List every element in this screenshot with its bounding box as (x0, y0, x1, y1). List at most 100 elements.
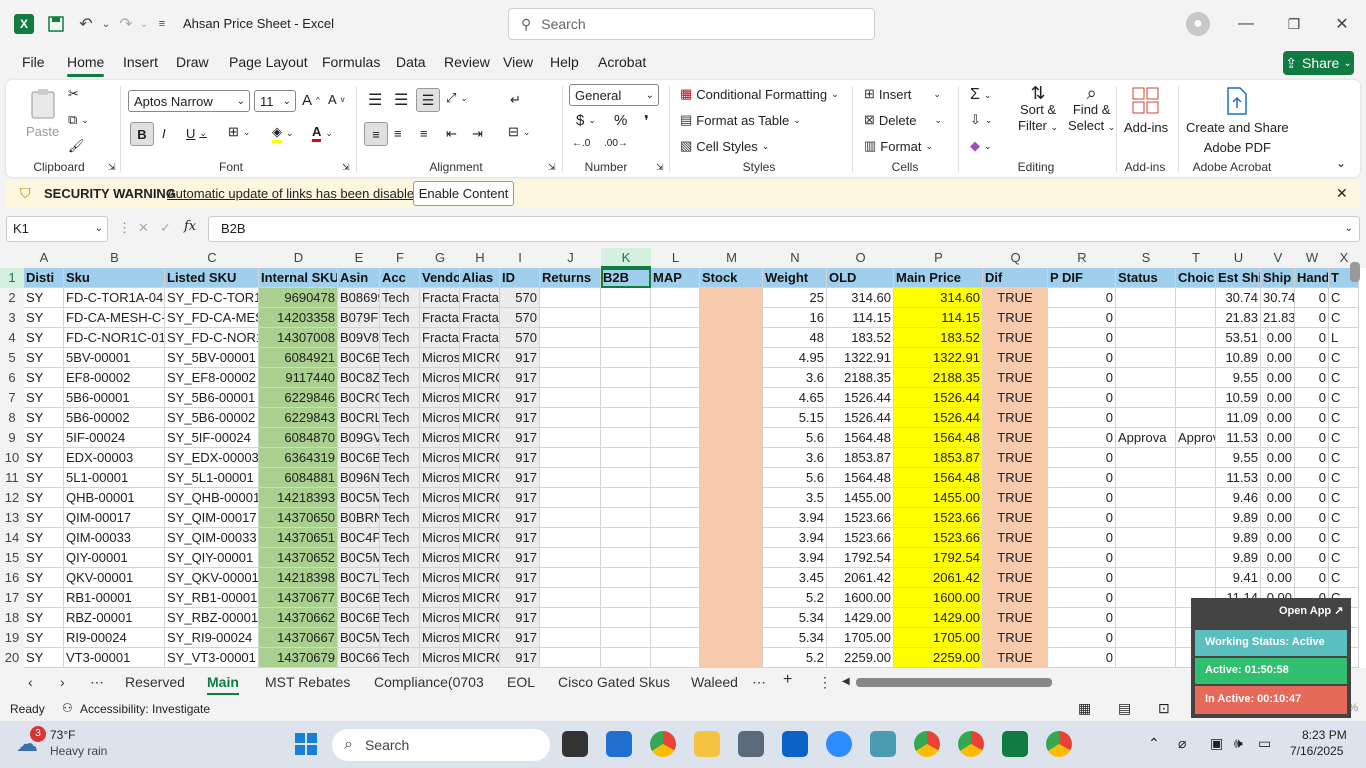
data-cell[interactable]: SY (24, 468, 64, 488)
undo-dropdown-icon[interactable]: ⌄ (96, 14, 116, 34)
data-cell[interactable]: 1526.44 (827, 408, 894, 428)
column-header[interactable]: O (827, 248, 894, 268)
data-cell[interactable]: TRUE (983, 648, 1048, 668)
data-cell[interactable]: 0 (1295, 388, 1329, 408)
data-cell[interactable]: C (1329, 548, 1359, 568)
data-cell[interactable]: 0 (1048, 428, 1116, 448)
autosum-icon[interactable]: Σ ⌄ (970, 86, 991, 104)
data-cell[interactable] (1116, 408, 1176, 428)
data-cell[interactable]: 4.65 (763, 388, 827, 408)
search-box[interactable]: ⚲ Search (508, 8, 875, 40)
font-size-select[interactable]: 11 ⌄ (254, 90, 296, 112)
data-cell[interactable] (1176, 408, 1216, 428)
hscroll-left-icon[interactable]: ◀ (842, 676, 850, 687)
data-cell[interactable]: Tech (380, 508, 420, 528)
data-cell[interactable]: MICRO (460, 588, 500, 608)
data-cell[interactable]: 11.53 (1216, 428, 1261, 448)
account-avatar-icon[interactable]: ● (1186, 12, 1210, 36)
data-cell[interactable] (601, 348, 651, 368)
data-cell[interactable] (540, 428, 601, 448)
data-cell[interactable]: 0 (1048, 388, 1116, 408)
data-cell[interactable] (651, 368, 700, 388)
data-cell[interactable] (601, 288, 651, 308)
data-cell[interactable] (651, 628, 700, 648)
data-cell[interactable]: SY (24, 508, 64, 528)
column-header[interactable]: F (380, 248, 420, 268)
data-cell[interactable]: 5.2 (763, 648, 827, 668)
header-cell[interactable]: Stock (700, 268, 763, 288)
data-cell[interactable] (1116, 388, 1176, 408)
data-cell[interactable]: 14370652 (259, 548, 338, 568)
data-cell[interactable]: Tech (380, 408, 420, 428)
data-cell[interactable] (1176, 328, 1216, 348)
data-cell[interactable]: 917 (500, 468, 540, 488)
data-cell[interactable]: 5BV-00001 (64, 348, 165, 368)
data-cell[interactable]: FD-C-TOR1A-04 (64, 288, 165, 308)
data-cell[interactable]: 0.00 (1261, 568, 1295, 588)
increase-decimal-icon[interactable]: ←.0 (572, 138, 590, 149)
header-cell[interactable]: Main Price (894, 268, 983, 288)
data-cell[interactable]: TRUE (983, 428, 1048, 448)
header-cell[interactable]: MAP (651, 268, 700, 288)
data-cell[interactable]: Micros (420, 508, 460, 528)
data-cell[interactable]: 114.15 (894, 308, 983, 328)
data-cell[interactable]: 917 (500, 428, 540, 448)
data-cell[interactable] (540, 588, 601, 608)
data-cell[interactable]: B0C4P (338, 528, 380, 548)
data-cell[interactable] (651, 328, 700, 348)
data-cell[interactable]: 5B6-00002 (64, 408, 165, 428)
data-cell[interactable]: 9117440 (259, 368, 338, 388)
chrome-icon[interactable] (650, 731, 676, 757)
header-cell[interactable]: Asin (338, 268, 380, 288)
data-cell[interactable]: 0.00 (1261, 328, 1295, 348)
data-cell[interactable] (540, 628, 601, 648)
data-cell[interactable]: SY_QIY-00001 (165, 548, 259, 568)
data-cell[interactable]: Fracta (420, 308, 460, 328)
header-cell[interactable]: Disti (24, 268, 64, 288)
data-cell[interactable]: MICRO (460, 628, 500, 648)
restore-icon[interactable]: ❐ (1284, 14, 1304, 34)
data-cell[interactable]: B0C5M (338, 628, 380, 648)
data-cell[interactable] (700, 448, 763, 468)
data-cell[interactable]: Tech (380, 448, 420, 468)
data-cell[interactable]: 1523.66 (894, 528, 983, 548)
sheet-tab-compliance[interactable]: Compliance(0703 (374, 674, 484, 690)
data-cell[interactable]: TRUE (983, 488, 1048, 508)
fill-icon[interactable]: ⇩ ⌄ (970, 112, 992, 128)
clear-icon[interactable]: ◆ ⌄ (970, 138, 992, 154)
show-hidden-icons-icon[interactable]: ⌃ (1148, 735, 1160, 752)
data-cell[interactable] (1116, 648, 1176, 668)
data-cell[interactable]: SY_5L1-00001 (165, 468, 259, 488)
data-cell[interactable]: 0 (1295, 308, 1329, 328)
menu-file[interactable]: File (22, 54, 45, 70)
scroll-tabs-left-icon[interactable]: ‹ (28, 674, 33, 690)
data-cell[interactable]: 5.34 (763, 608, 827, 628)
column-header[interactable]: P (894, 248, 983, 268)
data-cell[interactable] (601, 508, 651, 528)
data-cell[interactable] (601, 468, 651, 488)
orientation-icon[interactable]: ⤢ ⌄ (446, 90, 468, 106)
italic-button[interactable]: I (162, 126, 166, 141)
data-cell[interactable]: 917 (500, 568, 540, 588)
header-cell[interactable]: OLD (827, 268, 894, 288)
data-cell[interactable]: 183.52 (894, 328, 983, 348)
data-cell[interactable]: 917 (500, 508, 540, 528)
excel-taskbar-icon[interactable] (1002, 731, 1028, 757)
data-cell[interactable]: 0.00 (1261, 428, 1295, 448)
vpn-icon[interactable] (870, 731, 896, 757)
data-cell[interactable]: 0.00 (1261, 448, 1295, 468)
data-cell[interactable]: 4.95 (763, 348, 827, 368)
data-cell[interactable] (1116, 528, 1176, 548)
data-cell[interactable] (601, 608, 651, 628)
data-cell[interactable] (540, 508, 601, 528)
data-cell[interactable]: 1455.00 (894, 488, 983, 508)
data-cell[interactable]: SY_RI9-00024 (165, 628, 259, 648)
row-header[interactable]: 14 (0, 528, 24, 548)
data-cell[interactable]: SY (24, 528, 64, 548)
data-cell[interactable] (700, 328, 763, 348)
data-cell[interactable]: C (1329, 468, 1359, 488)
data-cell[interactable]: MICRO (460, 368, 500, 388)
data-cell[interactable]: 1705.00 (827, 628, 894, 648)
data-cell[interactable]: 2188.35 (894, 368, 983, 388)
align-middle-icon[interactable]: ☰ (394, 90, 408, 110)
